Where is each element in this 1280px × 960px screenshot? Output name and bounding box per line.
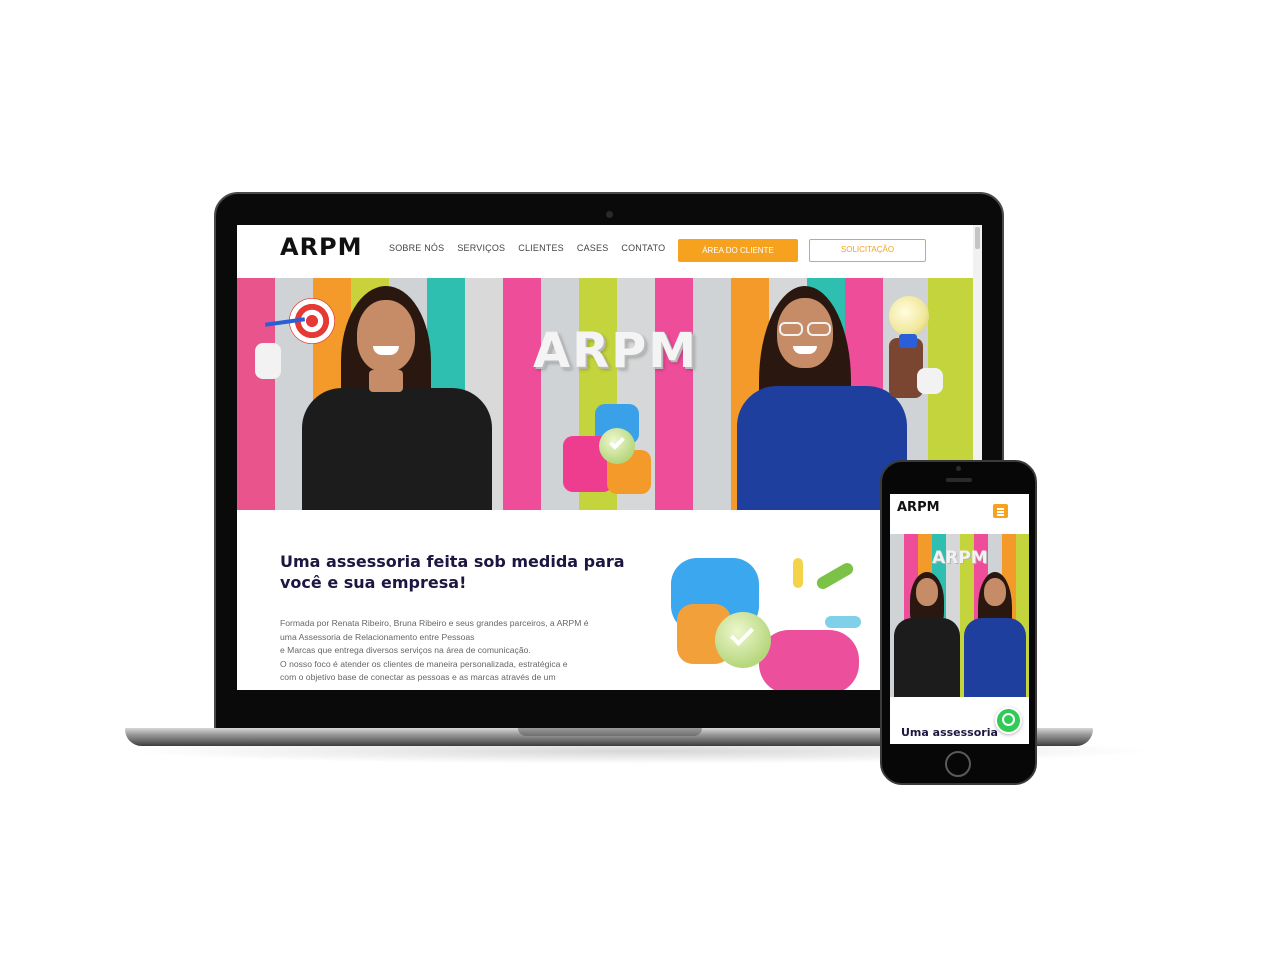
laptop-camera [606,211,613,218]
mobile-logo[interactable]: ARPM [897,500,940,515]
mobile-hero-banner: ARPM [890,534,1029,697]
mobile-hero-logo: ARPM [932,548,988,568]
hand-prop [255,343,281,379]
desktop-website: ARPM SOBRE NÓS SERVIÇOS CLIENTES CASES C… [237,225,982,690]
phone-speaker [946,478,972,482]
hamburger-menu-icon[interactable] [993,504,1008,518]
phone-camera [956,466,961,471]
mobile-person-left [892,570,962,697]
scrollbar-thumb[interactable] [975,227,980,249]
mobile-headline: Uma assessoria [901,726,998,739]
nav-item-sobre-nos[interactable]: SOBRE NÓS [389,243,444,253]
whatsapp-icon[interactable] [995,707,1022,734]
nav-item-contato[interactable]: CONTATO [621,243,665,253]
site-logo[interactable]: ARPM [280,233,363,261]
page-headline: Uma assessoria feita sob medida para voc… [280,552,625,592]
mobile-person-right [962,570,1028,697]
site-header: ARPM SOBRE NÓS SERVIÇOS CLIENTES CASES C… [237,225,982,278]
puzzle-illustration [667,550,867,690]
about-paragraph: Formada por Renata Ribeiro, Bruna Ribeir… [280,618,589,683]
hero-logo: ARPM [533,323,699,379]
main-nav: SOBRE NÓS SERVIÇOS CLIENTES CASES CONTAT… [389,243,665,253]
laptop-notch [518,728,702,736]
phone-home-button[interactable] [945,751,971,777]
mobile-website: ARPM ARPM Uma assessoria [890,494,1029,744]
hero-banner: ARPM [237,278,973,510]
client-area-button[interactable]: ÁREA DO CLIENTE [678,239,798,262]
nav-item-servicos[interactable]: SERVIÇOS [457,243,505,253]
request-button[interactable]: SOLICITAÇÃO [809,239,926,262]
nav-item-clientes[interactable]: CLIENTES [518,243,564,253]
lightbulb-icon [889,296,929,336]
nav-item-cases[interactable]: CASES [577,243,609,253]
